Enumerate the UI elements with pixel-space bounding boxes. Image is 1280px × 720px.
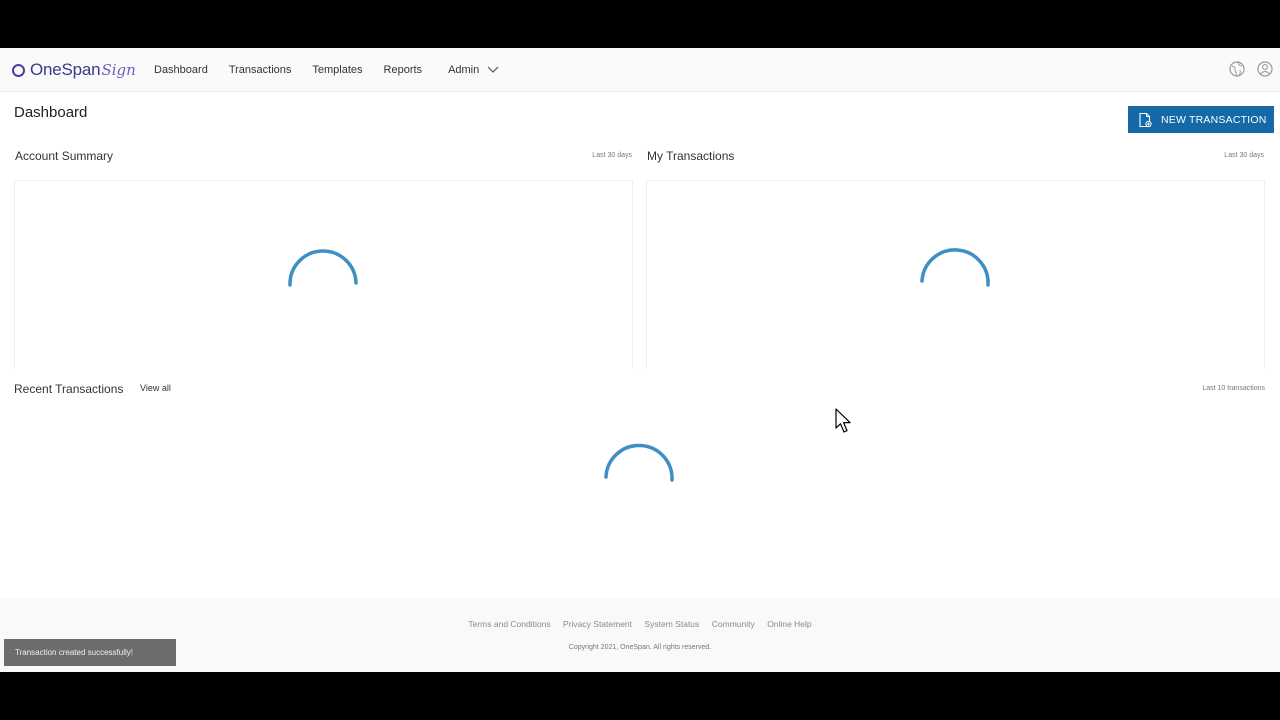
footer-link-community[interactable]: Community	[712, 619, 755, 629]
logo-sign-text: Sign	[101, 61, 136, 79]
footer-link-terms[interactable]: Terms and Conditions	[468, 619, 550, 629]
top-navigation-bar: OneSpan Sign Dashboard Transactions Temp…	[0, 48, 1280, 92]
mouse-cursor-icon	[835, 408, 851, 433]
nav-dashboard[interactable]: Dashboard	[154, 64, 208, 76]
chevron-down-icon	[487, 66, 499, 73]
account-summary-range: Last 30 days	[592, 152, 632, 159]
footer: Terms and Conditions Privacy Statement S…	[0, 598, 1280, 672]
nav-reports[interactable]: Reports	[384, 64, 423, 76]
footer-link-status[interactable]: System Status	[644, 619, 699, 629]
copyright-text: Copyright 2021, OneSpan. All rights rese…	[568, 644, 712, 651]
logo-mark-icon	[12, 63, 25, 77]
footer-links: Terms and Conditions Privacy Statement S…	[0, 614, 1280, 632]
spinner-icon	[920, 248, 990, 287]
view-all-link[interactable]: View all	[140, 383, 171, 393]
nav-transactions[interactable]: Transactions	[229, 64, 292, 76]
account-summary-card	[14, 180, 633, 369]
nav-admin[interactable]: Admin	[448, 64, 500, 76]
footer-link-help[interactable]: Online Help	[767, 619, 811, 629]
logo-text: OneSpan	[30, 60, 101, 79]
new-transaction-button[interactable]: NEW TRANSACTION	[1128, 106, 1274, 133]
my-transactions-card	[646, 180, 1265, 369]
success-toast: Transaction created successfully!	[4, 639, 176, 666]
recent-transactions-title: Recent Transactions	[14, 382, 124, 396]
recent-transactions-range: Last 10 transactions	[1202, 385, 1265, 392]
page-title: Dashboard	[14, 104, 88, 121]
document-icon	[1139, 112, 1152, 127]
footer-link-privacy[interactable]: Privacy Statement	[563, 619, 632, 629]
app-window: OneSpan Sign Dashboard Transactions Temp…	[0, 48, 1280, 672]
header-icons	[1218, 60, 1274, 78]
user-icon[interactable]	[1256, 60, 1274, 78]
new-transaction-label: NEW TRANSACTION	[1161, 113, 1267, 126]
onespan-logo[interactable]: OneSpan Sign	[12, 60, 136, 80]
globe-icon[interactable]	[1228, 60, 1246, 78]
my-transactions-title: My Transactions	[647, 149, 735, 163]
spinner-icon	[604, 443, 674, 482]
my-transactions-range: Last 30 days	[1224, 152, 1264, 159]
main-nav: Dashboard Transactions Templates Reports…	[154, 48, 521, 91]
nav-templates[interactable]: Templates	[312, 64, 362, 76]
toast-message: Transaction created successfully!	[15, 648, 133, 657]
account-summary-title: Account Summary	[15, 149, 114, 163]
nav-admin-label: Admin	[448, 63, 480, 76]
spinner-icon	[288, 249, 358, 287]
